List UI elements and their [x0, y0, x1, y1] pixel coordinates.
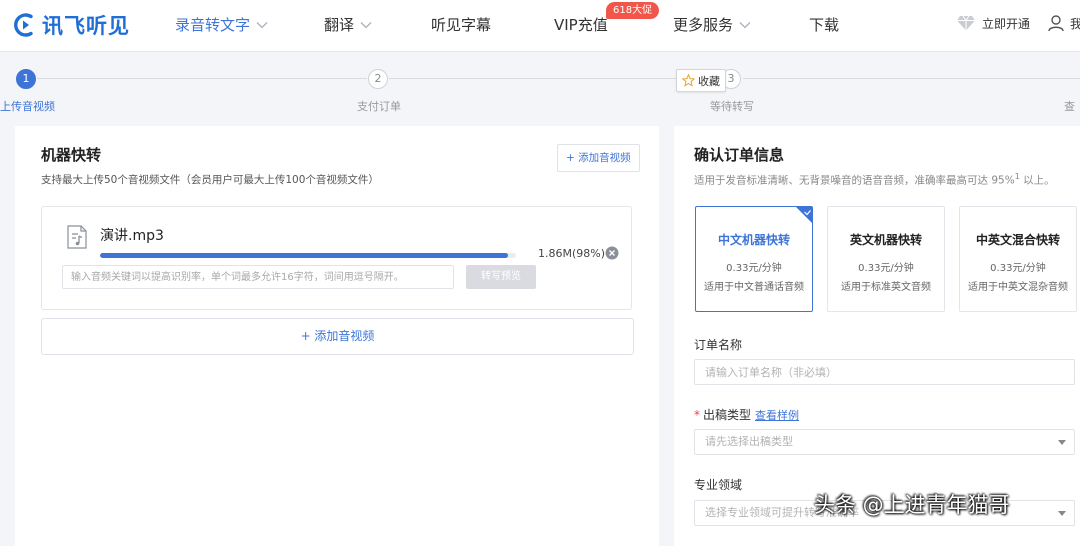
step-connector — [389, 78, 719, 79]
view-sample-link[interactable]: 查看样例 — [755, 409, 799, 422]
order-panel-title: 确认订单信息 — [694, 146, 785, 164]
user-menu[interactable]: 我 — [1047, 14, 1080, 32]
plan-name: 中文机器快转 — [717, 233, 790, 247]
output-type-label-text: 出稿类型 — [703, 408, 752, 422]
add-media-button[interactable]: + 添加音视频 — [41, 318, 634, 355]
promo-badge: 618大促 — [606, 2, 660, 19]
watermark: 头条 @上进青年猫哥 — [814, 493, 1010, 517]
order-subtitle-main: 适用于发音标准清晰、无背景噪音的语音音频，准确率最高可达 95% — [694, 174, 1015, 187]
upload-panel-title: 机器快转 — [41, 146, 102, 164]
plan-description: 适用于标准英文音频 — [841, 282, 931, 293]
required-marker: * — [694, 408, 700, 422]
brand-logo-icon — [14, 13, 33, 37]
chevron-down-icon — [360, 21, 372, 28]
output-type-label: * 出稿类型 查看样例 — [694, 406, 799, 423]
order-panel-subtitle: 适用于发音标准清晰、无背景噪音的语音音频，准确率最高可达 95%1 以上。 — [694, 172, 1055, 188]
brand-logo[interactable]: 讯飞听见 — [12, 9, 130, 41]
nav-item-label: 更多服务 — [673, 16, 734, 34]
add-media-button-top[interactable]: + 添加音视频 — [557, 144, 640, 172]
brand-name: 讯飞听见 — [42, 14, 130, 38]
vip-open-label: 立即开通 — [982, 16, 1031, 31]
selected-corner-icon — [796, 207, 812, 223]
nav-item-label: 翻译 — [324, 16, 355, 34]
nav-item-transcribe[interactable]: 录音转文字 — [175, 14, 268, 35]
top-navigation-bar: 讯飞听见 录音转文字 翻译 听见字幕 VIP充值 618大促 更多服务 下载 立… — [0, 0, 1080, 52]
step-3-label: 等待转写 — [710, 100, 754, 113]
plan-chinese-machine[interactable]: 中文机器快转 0.33元/分钟 适用于中文普通话音频 — [695, 206, 813, 312]
order-panel: 确认订单信息 适用于发音标准清晰、无背景噪音的语音音频，准确率最高可达 95%1… — [674, 126, 1080, 546]
caret-down-icon — [1058, 511, 1066, 516]
plan-name: 中英文混合快转 — [975, 233, 1060, 247]
star-icon — [682, 74, 695, 87]
chevron-down-icon — [256, 21, 268, 28]
file-size-progress: 1.86M(98%) — [538, 247, 606, 260]
step-connector — [743, 78, 1080, 79]
step-4-label: 查 — [1064, 100, 1075, 113]
step-2-label: 支付订单 — [357, 100, 401, 113]
nav-item-vip-recharge[interactable]: VIP充值 — [554, 14, 608, 35]
output-type-placeholder: 请先选择出稿类型 — [705, 435, 793, 448]
plan-mixed-machine[interactable]: 中英文混合快转 0.33元/分钟 适用于中英文混杂音频 — [959, 206, 1077, 312]
uploaded-file-card: 演讲.mp3 1.86M(98%) 转写预览 — [41, 206, 632, 310]
transcribe-preview-button[interactable]: 转写预览 — [466, 265, 536, 289]
plan-description: 适用于中文普通话音频 — [704, 282, 804, 293]
chevron-down-icon — [739, 21, 751, 28]
keyword-input[interactable] — [62, 265, 454, 289]
upload-progress-fill — [100, 253, 508, 258]
order-name-input[interactable] — [694, 359, 1075, 385]
order-subtitle-end: 以上。 — [1019, 174, 1055, 187]
progress-steps: 1 上传音视频 2 支付订单 3 等待转写 查 收藏 — [0, 56, 1080, 120]
favorite-button[interactable]: 收藏 — [676, 69, 726, 92]
order-name-label: 订单名称 — [694, 338, 743, 352]
step-2-number: 2 — [368, 69, 388, 89]
plan-name: 英文机器快转 — [849, 233, 922, 247]
nav-item-label: 下载 — [809, 16, 840, 34]
plan-english-machine[interactable]: 英文机器快转 0.33元/分钟 适用于标准英文音频 — [827, 206, 945, 312]
nav-item-label: VIP充值 — [554, 16, 608, 34]
close-icon[interactable] — [605, 246, 619, 260]
vip-open-button[interactable]: 立即开通 — [956, 14, 1030, 32]
upload-panel: 机器快转 支持最大上传50个音视频文件（会员用户可最大上传100个音视频文件） … — [15, 126, 659, 546]
favorite-label: 收藏 — [698, 74, 720, 88]
step-connector — [37, 78, 367, 79]
domain-label: 专业领域 — [694, 478, 743, 492]
step-1-number: 1 — [16, 69, 36, 89]
nav-item-download[interactable]: 下载 — [809, 14, 839, 35]
nav-item-subtitles[interactable]: 听见字幕 — [431, 14, 491, 35]
step-1-label: 上传音视频 — [0, 100, 55, 113]
user-label: 我 — [1070, 16, 1080, 31]
plan-price: 0.33元/分钟 — [990, 263, 1046, 274]
nav-item-label: 录音转文字 — [175, 16, 251, 34]
plan-price: 0.33元/分钟 — [726, 263, 782, 274]
nav-item-translate[interactable]: 翻译 — [324, 14, 372, 35]
diamond-icon — [957, 15, 975, 31]
upload-progress-bar — [100, 253, 516, 258]
nav-item-label: 听见字幕 — [431, 16, 492, 34]
audio-file-icon — [67, 225, 87, 249]
user-icon — [1048, 15, 1064, 32]
nav-item-more-services[interactable]: 更多服务 — [673, 14, 751, 35]
output-type-select[interactable]: 请先选择出稿类型 — [694, 429, 1075, 455]
upload-panel-subtitle: 支持最大上传50个音视频文件（会员用户可最大上传100个音视频文件） — [41, 174, 379, 186]
plan-description: 适用于中英文混杂音频 — [968, 282, 1068, 293]
caret-down-icon — [1058, 440, 1066, 445]
plan-price: 0.33元/分钟 — [858, 263, 914, 274]
file-name: 演讲.mp3 — [100, 228, 164, 244]
